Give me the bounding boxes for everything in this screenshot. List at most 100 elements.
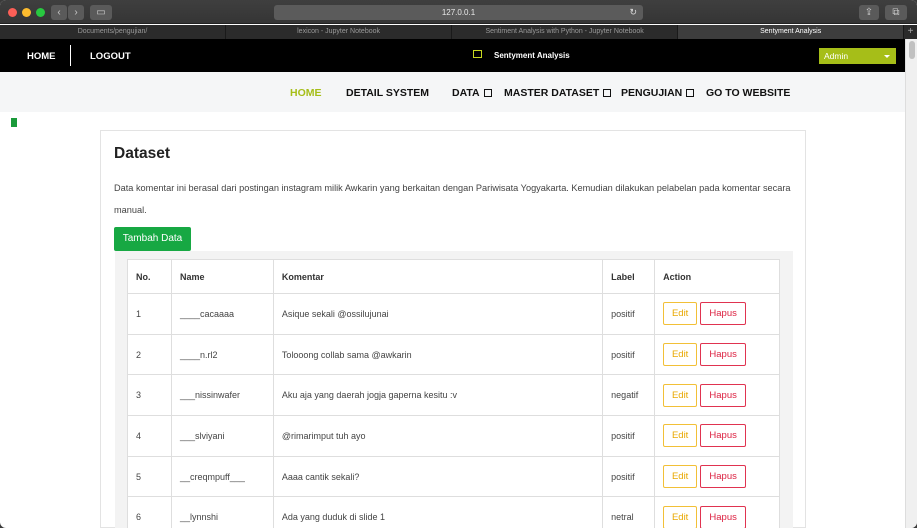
brand-logo-icon [473,50,482,58]
reload-icon[interactable]: ↻ [629,5,637,20]
add-data-button[interactable]: Tambah Data [114,227,191,251]
topnav-home-link[interactable]: HOME [27,51,56,62]
share-icon[interactable]: ⇪ [859,5,879,20]
cell-name: ____n.rl2 [170,333,274,376]
cell-label: positif [602,455,656,498]
cell-komentar: Aku aja yang daerah jogja gaperna kesitu… [272,374,604,417]
col-header-name: Name [170,259,274,294]
cell-no: 1 [127,293,172,335]
tabs-overview-icon[interactable]: ⧉ [885,5,907,20]
cell-komentar: Aaaa cantik sekali? [272,455,604,498]
table-row: 6 __lynnshi Ada yang duduk di slide 1 ne… [127,496,780,528]
forward-icon[interactable]: › [68,5,84,20]
table-header-row: No. Name Komentar Label Action [127,259,780,294]
nav-go-to-website[interactable]: GO TO WEBSITE [706,87,790,99]
edit-button[interactable]: Edit [663,302,698,326]
edit-button[interactable]: Edit [663,505,698,528]
browser-tab-bar: Documents/pengujian/ lexicon - Jupyter N… [0,25,917,39]
nav-master-label: MASTER DATASET [504,87,600,99]
col-header-no: No. [127,259,172,294]
cell-action: Edit Hapus [654,496,780,528]
browser-tab-active[interactable]: Sentyment Analysis [678,25,905,39]
nav-data-label: DATA [452,87,480,99]
main-navbar: HOME DETAIL SYSTEM DATA MASTER DATASET P… [0,72,905,112]
dropdown-square-icon [483,89,492,97]
page-scrollbar[interactable] [905,39,917,528]
table-container[interactable]: No. Name Komentar Label Action 1 ____cac… [115,251,793,528]
delete-button[interactable]: Hapus [700,465,747,489]
cell-label: positif [602,333,656,376]
browser-tab[interactable]: Documents/pengujian/ [0,25,227,39]
brand-name: Sentyment Analysis [494,51,570,60]
user-dropdown[interactable]: Admin [819,48,896,64]
edit-button[interactable]: Edit [663,465,698,489]
close-window-button[interactable] [8,8,17,17]
col-header-label: Label [602,259,656,294]
cell-no: 3 [127,374,172,417]
cell-no: 2 [127,333,172,376]
cell-action: Edit Hapus [654,415,780,457]
table-row: 2 ____n.rl2 Tolooong collab sama @awkari… [127,333,780,376]
dropdown-square-icon [603,89,612,97]
user-dropdown-label: Admin [824,51,849,61]
maximize-window-button[interactable] [36,8,45,17]
browser-tab[interactable]: lexicon - Jupyter Notebook [226,25,453,39]
nav-detail-system[interactable]: DETAIL SYSTEM [346,87,429,99]
edit-button[interactable]: Edit [663,383,698,407]
back-icon[interactable]: ‹ [51,5,67,20]
cell-komentar: Asique sekali @ossilujunai [272,293,604,335]
browser-titlebar: ‹ › ▭ 127.0.0.1 ↻ ⇪ ⧉ [0,0,917,24]
nav-pengujian[interactable]: PENGUJIAN [621,87,695,99]
cell-name: __lynnshi [170,496,274,528]
col-header-komentar: Komentar [272,259,604,294]
delete-button[interactable]: Hapus [700,505,747,528]
dataset-card: Dataset Data komentar ini berasal dari p… [100,130,806,528]
cell-label: netral [602,496,656,528]
scrollbar-thumb[interactable] [909,41,915,59]
caret-down-icon [884,55,890,58]
address-bar[interactable]: 127.0.0.1 ↻ [274,5,643,20]
cell-no: 5 [127,455,172,498]
col-header-action: Action [654,259,780,294]
new-tab-icon[interactable]: + [904,25,917,39]
edit-button[interactable]: Edit [663,424,698,448]
top-navbar: HOME LOGOUT Sentyment Analysis Admin [0,39,905,72]
logout-link[interactable]: LOGOUT [90,51,131,62]
cell-action: Edit Hapus [654,293,780,335]
delete-button[interactable]: Hapus [700,424,747,448]
cell-action: Edit Hapus [654,455,780,498]
cell-no: 6 [127,496,172,528]
delete-button[interactable]: Hapus [700,383,747,407]
cell-no: 4 [127,415,172,457]
delete-button[interactable]: Hapus [700,302,747,326]
table-row: 4 ___slviyani @rimarimput tuh ayo positi… [127,415,780,457]
cell-komentar: Tolooong collab sama @awkarin [272,333,604,376]
green-marker [11,118,17,127]
dataset-description: Data komentar ini berasal dari postingan… [114,183,791,215]
dropdown-square-icon [686,89,695,97]
cell-name: ___slviyani [170,415,274,457]
cell-komentar: Ada yang duduk di slide 1 [272,496,604,528]
cell-label: positif [602,415,656,457]
browser-tab[interactable]: Sentiment Analysis with Python - Jupyter… [452,25,679,39]
nav-master-dataset[interactable]: MASTER DATASET [504,87,612,99]
dataset-table: No. Name Komentar Label Action 1 ____cac… [127,259,780,528]
topnav-divider [70,45,71,66]
browser-window: ‹ › ▭ 127.0.0.1 ↻ ⇪ ⧉ Documents/pengujia… [0,0,917,528]
edit-button[interactable]: Edit [663,343,698,367]
nav-pengujian-label: PENGUJIAN [621,87,683,99]
cell-label: positif [602,293,656,335]
table-row: 3 ___nissinwafer Aku aja yang daerah jog… [127,374,780,417]
cell-action: Edit Hapus [654,333,780,376]
cell-name: ____cacaaaa [170,293,274,335]
minimize-window-button[interactable] [22,8,31,17]
nav-home[interactable]: HOME [290,87,322,99]
delete-button[interactable]: Hapus [700,343,747,367]
sidebar-icon[interactable]: ▭ [90,5,112,20]
cell-name: ___nissinwafer [170,374,274,417]
cell-label: negatif [602,374,656,417]
nav-data[interactable]: DATA [452,87,492,99]
table-row: 5 __creqmpuff___ Aaaa cantik sekali? pos… [127,455,780,498]
cell-name: __creqmpuff___ [170,455,274,498]
cell-komentar: @rimarimput tuh ayo [272,415,604,457]
